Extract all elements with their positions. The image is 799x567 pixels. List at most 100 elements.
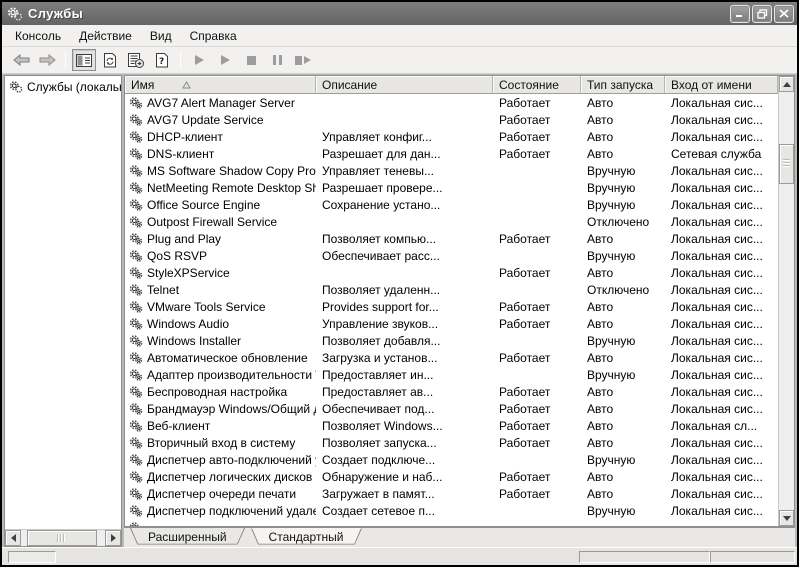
table-row[interactable]: Адаптер производительности WMI Предостав…: [125, 366, 778, 383]
scroll-left-button[interactable]: [5, 530, 21, 546]
table-row[interactable]: [125, 519, 778, 526]
stop-service-button[interactable]: [239, 49, 263, 71]
table-row[interactable]: Windows Audio Управление звуков... Работ…: [125, 315, 778, 332]
pause-service-button[interactable]: [265, 49, 289, 71]
help-button[interactable]: ?: [150, 49, 174, 71]
stop-icon: [246, 55, 256, 65]
service-logon-as: Локальная сл...: [671, 418, 758, 433]
service-gear-icon: [129, 317, 143, 330]
menu-help[interactable]: Справка: [181, 27, 246, 45]
column-header-startup-type[interactable]: Тип запуска: [581, 76, 665, 94]
table-row[interactable]: VMware Tools Service Provides support fo…: [125, 298, 778, 315]
service-status: Работает: [499, 112, 551, 127]
table-row[interactable]: Вторичный вход в систему Позволяет запус…: [125, 434, 778, 451]
vertical-scroll-thumb[interactable]: [779, 144, 794, 184]
refresh-button[interactable]: [98, 49, 122, 71]
table-row[interactable]: QoS RSVP Обеспечивает расс... Вручную Ло…: [125, 247, 778, 264]
service-status: [493, 451, 581, 468]
table-row[interactable]: NetMeeting Remote Desktop Sharing Разреш…: [125, 179, 778, 196]
restore-button[interactable]: [752, 4, 772, 23]
restart-service-button[interactable]: [291, 49, 315, 71]
table-row[interactable]: AVG7 Alert Manager Server Работает Авто …: [125, 94, 778, 111]
table-row[interactable]: Брандмауэр Windows/Общий доступ к Ин... …: [125, 400, 778, 417]
service-logon-as: Локальная сис...: [671, 282, 763, 297]
service-startup-type: Авто: [587, 95, 614, 110]
service-description: Сохранение устано...: [322, 197, 441, 212]
column-header-description[interactable]: Описание: [316, 76, 493, 94]
service-startup-type: Авто: [587, 418, 614, 433]
show-console-tree-button[interactable]: [72, 49, 96, 71]
table-row[interactable]: Веб-клиент Позволяет Windows... Работает…: [125, 417, 778, 434]
column-header-name[interactable]: Имя: [125, 76, 316, 94]
table-row[interactable]: AVG7 Update Service Работает Авто Локаль…: [125, 111, 778, 128]
column-header-status[interactable]: Состояние: [493, 76, 581, 94]
close-button[interactable]: [774, 4, 794, 23]
service-startup-type: Авто: [587, 299, 614, 314]
window-title: Службы: [28, 6, 84, 21]
refresh-icon: [104, 52, 116, 67]
export-list-icon: [128, 52, 144, 68]
service-name: Веб-клиент: [147, 418, 211, 433]
service-description: Загружает в памят...: [322, 486, 435, 501]
table-row[interactable]: StyleXPService Работает Авто Локальная с…: [125, 264, 778, 281]
service-description: [316, 264, 493, 281]
horizontal-scroll-thumb[interactable]: [27, 530, 97, 546]
table-row[interactable]: Windows Installer Позволяет добавля... В…: [125, 332, 778, 349]
service-gear-icon: [129, 147, 143, 160]
service-status: [493, 366, 581, 383]
service-gear-icon: [129, 385, 143, 398]
menu-action[interactable]: Действие: [70, 27, 141, 45]
scroll-right-button[interactable]: [105, 530, 121, 546]
table-row[interactable]: MS Software Shadow Copy Provider Управля…: [125, 162, 778, 179]
menu-console[interactable]: Консоль: [6, 27, 70, 45]
scroll-up-button[interactable]: [779, 76, 794, 92]
service-startup-type: Авто: [587, 146, 614, 161]
service-description: Позволяет Windows...: [322, 418, 443, 433]
start-service-button[interactable]: [187, 49, 211, 71]
table-row[interactable]: Автоматическое обновление Загрузка и уст…: [125, 349, 778, 366]
table-row[interactable]: Outpost Firewall Service Отключено Локал…: [125, 213, 778, 230]
service-gear-icon: [129, 198, 143, 211]
service-gear-icon: [129, 164, 143, 177]
scroll-down-button[interactable]: [779, 510, 794, 526]
tab-extended[interactable]: Расширенный: [130, 528, 245, 547]
forward-button[interactable]: [35, 49, 59, 71]
service-startup-type: Вручную: [587, 180, 636, 195]
service-name: VMware Tools Service: [147, 299, 266, 314]
column-header-logon-as[interactable]: Вход от имени: [665, 76, 778, 94]
table-row[interactable]: Office Source Engine Сохранение устано..…: [125, 196, 778, 213]
tree-item-services-local[interactable]: Службы (локальны: [5, 79, 121, 95]
resume-service-button[interactable]: [213, 49, 237, 71]
console-tree-icon: [76, 53, 92, 67]
table-row[interactable]: Беспроводная настройка Предоставляет ав.…: [125, 383, 778, 400]
table-row[interactable]: Диспетчер подключений удаленного до... С…: [125, 502, 778, 519]
service-description: Загрузка и установ...: [322, 350, 438, 365]
restart-icon: [295, 55, 311, 65]
service-logon-as: Локальная сис...: [671, 129, 763, 144]
service-logon-as: Локальная сис...: [671, 435, 763, 450]
back-button[interactable]: [9, 49, 33, 71]
service-status: [493, 162, 581, 179]
table-row[interactable]: Диспетчер очереди печати Загружает в пам…: [125, 485, 778, 502]
table-row[interactable]: DHCP-клиент Управляет конфиг... Работает…: [125, 128, 778, 145]
list-vertical-scrollbar[interactable]: [778, 76, 794, 526]
menu-view[interactable]: Вид: [141, 27, 181, 45]
tree-horizontal-scrollbar[interactable]: [5, 529, 121, 546]
minimize-button[interactable]: [730, 4, 750, 23]
service-logon-as: Локальная сис...: [671, 384, 763, 399]
table-row[interactable]: Диспетчер авто-подключений удаленно... С…: [125, 451, 778, 468]
tab-standard[interactable]: Стандартный: [251, 528, 362, 547]
tree-item-label: Службы (локальны: [27, 80, 121, 94]
service-startup-type: Авто: [587, 316, 614, 331]
export-list-button[interactable]: [124, 49, 148, 71]
services-console-window: Службы Консоль Действие Вид Справка ? Сл…: [0, 0, 799, 567]
service-description: [316, 94, 493, 111]
service-description: [316, 213, 493, 230]
table-row[interactable]: DNS-клиент Разрешает для дан... Работает…: [125, 145, 778, 162]
service-logon-as: Локальная сис...: [671, 452, 763, 467]
arrow-right-icon: [110, 534, 116, 542]
service-logon-as: Локальная сис...: [671, 112, 763, 127]
table-row[interactable]: Telnet Позволяет удаленн... Отключено Ло…: [125, 281, 778, 298]
table-row[interactable]: Диспетчер логических дисков Обнаружение …: [125, 468, 778, 485]
table-row[interactable]: Plug and Play Позволяет компью... Работа…: [125, 230, 778, 247]
